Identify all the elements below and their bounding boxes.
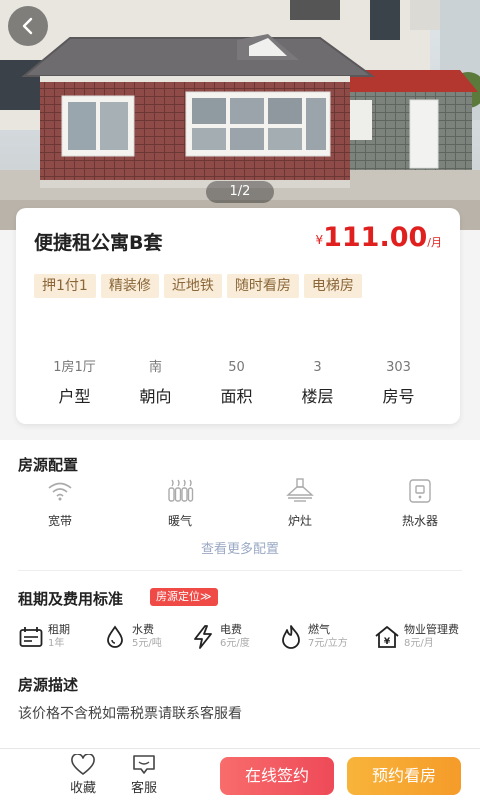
locate-listing-badge[interactable]: 房源定位≫	[150, 588, 218, 606]
spec-value: 3	[313, 360, 322, 375]
heater-icon	[168, 479, 194, 502]
fee-title: 物业管理费	[404, 623, 459, 636]
fee-title: 水费	[132, 623, 154, 636]
spec-orientation: 南 朝向	[115, 358, 196, 407]
fee-row: 租期 1年 水费 5元/吨 电费 6元/度 燃气 7元/立方 ¥ 物业管理费 8…	[18, 623, 478, 650]
customer-service-button[interactable]: 客服	[120, 753, 168, 796]
flame-icon	[282, 624, 300, 649]
tag-item: 随时看房	[226, 274, 299, 298]
listing-summary-card: 便捷租公寓B套 ¥111.00/月 押1付1 精装修 近地铁 随时看房 电梯房 1房1厅…	[16, 208, 460, 424]
listing-photo[interactable]: 1/2	[0, 0, 480, 230]
description-title: 房源描述	[18, 676, 79, 694]
details-section: 房源配置 宽带 暖气 炉灶 热水器 查看更多配置 租期及费用标准 房源定位≫ 租…	[0, 440, 480, 748]
chevron-left-icon	[22, 17, 33, 35]
heart-icon	[71, 754, 95, 776]
description-text: 该价格不含税如需税票请联系客服看	[18, 706, 242, 722]
message-icon	[133, 755, 155, 774]
fee-title: 租期	[48, 623, 70, 636]
amenity-label: 热水器	[401, 514, 438, 528]
tag-item: 精装修	[100, 274, 159, 298]
favorite-label: 收藏	[69, 781, 96, 796]
amenity-heating: 暖气	[120, 476, 240, 529]
sign-online-button[interactable]: 在线签约	[220, 757, 334, 795]
water-drop-icon	[107, 624, 123, 648]
fee-property-management: ¥ 物业管理费 8元/月	[374, 623, 472, 650]
spec-value: 303	[386, 360, 411, 375]
spec-row: 1房1厅 户型 南 朝向 50 面积 3 楼层 303 房号	[16, 358, 460, 407]
spec-label: 楼层	[301, 387, 334, 406]
fee-electricity: 电费 6元/度	[190, 623, 278, 650]
spec-layout: 1房1厅 户型	[34, 358, 115, 407]
feature-tags: 押1付1 精装修 近地铁 随时看房 电梯房	[34, 274, 394, 304]
price-currency: ¥	[315, 233, 324, 247]
spec-value: 50	[228, 360, 245, 375]
photo-counter: 1/2	[206, 181, 274, 203]
view-more-amenities-link[interactable]: 查看更多配置	[0, 538, 480, 557]
spec-label: 朝向	[139, 387, 172, 406]
tag-item: 电梯房	[303, 274, 362, 298]
lightning-icon	[194, 624, 212, 649]
fee-title: 燃气	[308, 623, 330, 636]
fee-value: 7元/立方	[308, 638, 348, 649]
spec-room-number: 303 房号	[358, 358, 439, 407]
back-button[interactable]	[8, 6, 48, 46]
book-viewing-button[interactable]: 预约看房	[347, 757, 461, 795]
tag-item: 押1付1	[34, 274, 96, 298]
calendar-icon	[19, 626, 43, 647]
wifi-icon	[48, 482, 72, 501]
amenity-water-heater: 热水器	[360, 476, 480, 529]
fee-water: 水费 5元/吨	[102, 623, 190, 650]
listing-title: 便捷租公寓B套	[34, 232, 163, 254]
spec-value: 1房1厅	[53, 360, 96, 375]
listing-price: ¥111.00/月	[315, 222, 442, 253]
fee-title: 电费	[220, 623, 242, 636]
fees-title: 租期及费用标准	[18, 590, 124, 608]
amenity-label: 炉灶	[287, 514, 312, 528]
amenity-label: 宽带	[47, 514, 72, 528]
fee-value: 5元/吨	[132, 638, 162, 649]
spec-floor: 3 楼层	[277, 358, 358, 407]
bottom-action-bar: 收藏 客服 在线签约 预约看房	[0, 748, 480, 801]
fee-value: 8元/月	[404, 638, 434, 649]
fee-lease-term: 租期 1年	[18, 623, 102, 650]
fee-value: 1年	[48, 638, 65, 649]
spec-label: 房号	[382, 387, 415, 406]
spec-label: 面积	[220, 387, 253, 406]
price-amount: 111.00	[323, 222, 428, 253]
favorite-button[interactable]: 收藏	[59, 753, 107, 796]
service-label: 客服	[130, 781, 157, 796]
water-heater-icon	[409, 479, 431, 503]
spec-label: 户型	[58, 387, 91, 406]
fee-value: 6元/度	[220, 638, 250, 649]
range-hood-icon	[286, 478, 314, 502]
amenity-broadband: 宽带	[0, 476, 120, 529]
fee-gas: 燃气 7元/立方	[278, 623, 374, 650]
svg-text:¥: ¥	[384, 637, 391, 647]
amenity-label: 暖气	[167, 514, 192, 528]
price-unit: /月	[427, 236, 442, 249]
amenities-row: 宽带 暖气 炉灶 热水器	[0, 476, 480, 529]
spec-area: 50 面积	[196, 358, 277, 407]
house-yuan-icon: ¥	[375, 625, 399, 648]
spec-value: 南	[148, 360, 162, 375]
tag-item: 近地铁	[163, 274, 222, 298]
amenities-title: 房源配置	[18, 456, 79, 474]
amenity-stove: 炉灶	[240, 476, 360, 529]
divider	[18, 570, 462, 571]
